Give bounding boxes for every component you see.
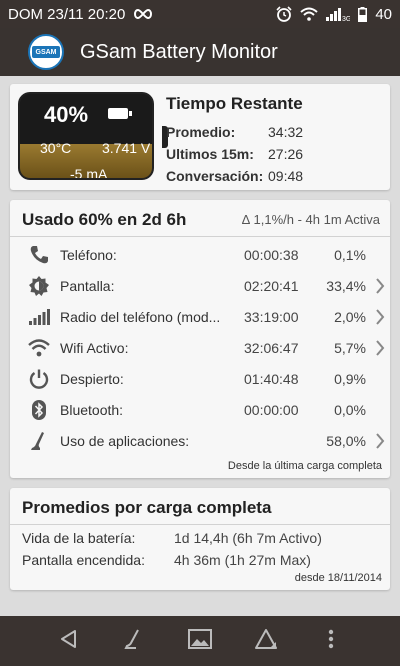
usage-rate: ∆ 1,1%/h - 4h 1m Activa: [241, 212, 380, 227]
signal-bars-icon: 3G: [326, 7, 350, 21]
app-bar: GSAM GSam Battery Monitor: [0, 28, 400, 76]
averages-title: Promedios por carga completa: [22, 498, 272, 517]
usage-percent: 58,0%: [326, 433, 366, 449]
remaining-row-last15: Ultimos 15m: 27:26: [166, 146, 386, 162]
app-logo-text: GSAM: [32, 46, 60, 58]
usage-name: Bluetooth:: [60, 402, 124, 418]
chevron-right-icon[interactable]: [370, 309, 390, 325]
battery-card[interactable]: 40% 30°C 3.741 V -5 mA Tiempo Restante P…: [10, 84, 390, 190]
battery-status-icon: [358, 6, 368, 22]
usage-name: Radio del teléfono (mod...: [60, 309, 221, 325]
status-datetime: DOM 23/11 20:20: [8, 5, 126, 23]
usage-row-radio[interactable]: Radio del teléfono (mod... 33:19:00 2,0%: [10, 302, 390, 332]
picture-icon: [187, 628, 212, 654]
usage-row-bluetooth[interactable]: Bluetooth: 00:00:00 0,0%: [10, 395, 390, 425]
chevron-right-icon[interactable]: [370, 433, 390, 449]
divider: [10, 524, 390, 525]
chevron-right-icon[interactable]: [370, 340, 390, 356]
usage-row-wifi[interactable]: Wifi Activo: 32:06:47 5,7%: [10, 333, 390, 363]
usage-percent: 5,7%: [334, 340, 366, 356]
back-button[interactable]: [49, 621, 89, 661]
averages-value: 1d 14,4h (6h 7m Activo): [174, 530, 322, 546]
status-bar: DOM 23/11 20:20 3G 40: [0, 0, 400, 28]
remaining-value: 27:26: [268, 146, 304, 162]
back-icon: [59, 629, 79, 654]
warning-button[interactable]: [246, 621, 286, 661]
infinity-icon: [133, 8, 153, 20]
remaining-label: Ultimos 15m:: [166, 146, 254, 162]
usage-percent: 33,4%: [326, 278, 366, 294]
wifi-icon: [300, 7, 318, 21]
more-button[interactable]: [311, 621, 351, 661]
bluetooth-icon: [24, 399, 54, 421]
usage-card: Usado 60% en 2d 6h ∆ 1,1%/h - 4h 1m Acti…: [10, 200, 390, 478]
remaining-value: 09:48: [268, 168, 304, 184]
averages-footnote: desde 18/11/2014: [294, 572, 382, 584]
signal-bars-icon: [24, 308, 54, 326]
usage-time: 00:00:38: [244, 247, 299, 263]
remaining-label: Conversación:: [166, 168, 264, 184]
usage-time: 00:00:00: [244, 402, 299, 418]
usage-time: 01:40:48: [244, 371, 299, 387]
usage-percent: 0,9%: [334, 371, 366, 387]
app-usage-icon: [24, 430, 54, 452]
usage-time: 33:19:00: [244, 309, 299, 325]
usage-name: Teléfono:: [60, 247, 117, 263]
picture-button[interactable]: [180, 621, 220, 661]
usage-percent: 0,0%: [334, 402, 366, 418]
alarm-icon: [276, 6, 292, 22]
wifi-icon: [24, 339, 54, 357]
usage-row-screen[interactable]: Pantalla: 02:20:41 33,4%: [10, 271, 390, 301]
battery-level-text: 40: [375, 5, 392, 23]
averages-value: 4h 36m (1h 27m Max): [174, 552, 311, 568]
remaining-label: Promedio:: [166, 124, 236, 140]
remaining-row-talk: Conversación: 09:48: [166, 168, 386, 184]
usage-percent: 0,1%: [334, 247, 366, 263]
usage-percent: 2,0%: [334, 309, 366, 325]
divider: [10, 236, 390, 237]
averages-row-battery-life: Vida de la batería: 1d 14,4h (6h 7m Acti…: [22, 530, 322, 546]
usage-time: 02:20:41: [244, 278, 299, 294]
more-vert-icon: [328, 629, 334, 654]
usage-time: 32:06:47: [244, 340, 299, 356]
remaining-value: 34:32: [268, 124, 304, 140]
usage-title: Usado 60% en 2d 6h: [22, 210, 187, 229]
usage-name: Pantalla:: [60, 278, 115, 294]
warning-triangle-icon: [254, 628, 278, 655]
usage-name: Wifi Activo:: [60, 340, 129, 356]
averages-label: Vida de la batería:: [22, 530, 136, 546]
remaining-time-title: Tiempo Restante: [166, 94, 303, 113]
screen-brightness-icon: [24, 275, 54, 297]
averages-row-screen-on: Pantalla encendida: 4h 36m (1h 27m Max): [22, 552, 311, 568]
usage-row-phone[interactable]: Teléfono: 00:00:38 0,1%: [10, 240, 390, 270]
phone-icon: [24, 244, 54, 266]
averages-label: Pantalla encendida:: [22, 552, 145, 568]
power-icon: [24, 368, 54, 390]
app-usage-button[interactable]: [114, 621, 154, 661]
app-title: GSam Battery Monitor: [80, 40, 278, 63]
usage-name: Uso de aplicaciones:: [60, 433, 190, 449]
usage-row-apps[interactable]: Uso de aplicaciones: 58,0%: [10, 426, 390, 456]
usage-footnote: Desde la última carga completa: [227, 460, 382, 472]
usage-name: Despierto:: [60, 371, 124, 387]
remaining-row-average: Promedio: 34:32: [166, 124, 386, 140]
app-logo[interactable]: GSAM: [28, 34, 64, 70]
chevron-right-icon[interactable]: [370, 278, 390, 294]
svg-text:3G: 3G: [342, 16, 350, 21]
usage-row-awake[interactable]: Despierto: 01:40:48 0,9%: [10, 364, 390, 394]
averages-card: Promedios por carga completa Vida de la …: [10, 488, 390, 590]
app-usage-icon: [123, 628, 145, 655]
battery-terminal-wrap: [18, 92, 168, 180]
nav-bar: [0, 616, 400, 666]
